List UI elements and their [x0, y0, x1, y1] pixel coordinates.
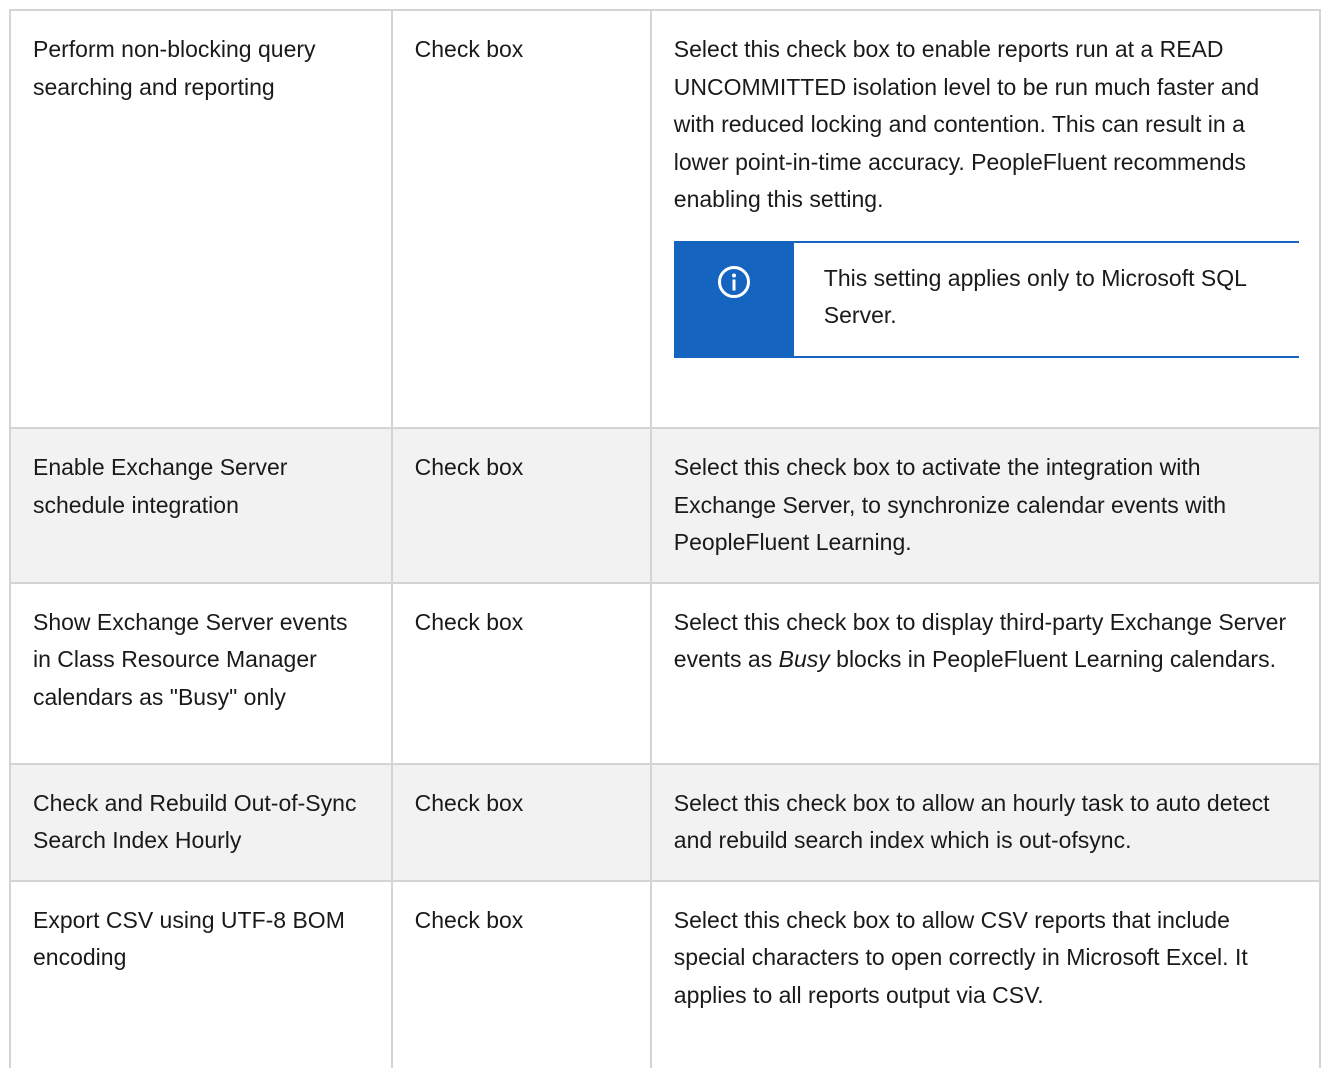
setting-description-cell: Select this check box to enable reports …: [649, 9, 1321, 429]
setting-name: Check and Rebuild Out-of-Sync Search Ind…: [9, 762, 393, 882]
info-note: This setting applies only to Microsoft S…: [673, 240, 1299, 358]
description-emphasis: Busy: [778, 646, 830, 672]
setting-name: Export CSV using UTF-8 BOM encoding: [9, 879, 393, 1068]
setting-description: Select this check box to display third-p…: [649, 581, 1321, 765]
setting-description: Select this check box to enable reports …: [673, 36, 1260, 212]
table-row: Show Exchange Server events in Class Res…: [9, 581, 1321, 765]
note-text: This setting applies only to Microsoft S…: [793, 242, 1299, 356]
setting-type: Check box: [390, 762, 652, 882]
setting-name: Enable Exchange Server schedule integrat…: [9, 427, 393, 584]
setting-description: Select this check box to allow CSV repor…: [649, 879, 1321, 1068]
setting-description: Select this check box to activate the in…: [649, 427, 1321, 584]
setting-name: Perform non-blocking query searching and…: [9, 9, 393, 429]
setting-type: Check box: [390, 9, 652, 429]
table-row: Export CSV using UTF-8 BOM encoding Chec…: [9, 879, 1321, 1068]
setting-type: Check box: [390, 581, 652, 765]
table-row: Perform non-blocking query searching and…: [9, 9, 1321, 429]
setting-name: Show Exchange Server events in Class Res…: [9, 581, 393, 765]
setting-type: Check box: [390, 879, 652, 1068]
setting-type: Check box: [390, 427, 652, 584]
table-row: Enable Exchange Server schedule integrat…: [9, 427, 1321, 584]
note-icon-box: [673, 242, 794, 356]
settings-table: Perform non-blocking query searching and…: [9, 9, 1321, 1068]
setting-description: Select this check box to allow an hourly…: [649, 762, 1321, 882]
info-icon: [717, 265, 750, 298]
description-text: blocks in PeopleFluent Learning calendar…: [829, 646, 1276, 672]
table-row: Check and Rebuild Out-of-Sync Search Ind…: [9, 762, 1321, 882]
